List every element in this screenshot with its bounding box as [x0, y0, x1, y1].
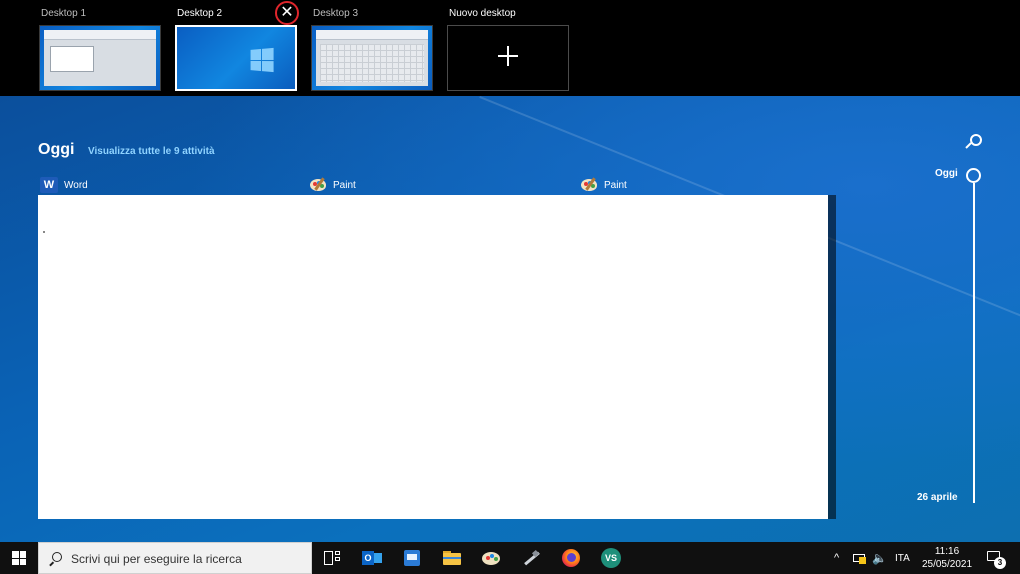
windows-logo-icon [250, 47, 274, 73]
task-view-button[interactable] [322, 548, 342, 568]
network-warning-icon[interactable] [853, 552, 867, 564]
desktop-1-thumbnail[interactable] [39, 25, 161, 91]
taskbar-search-box[interactable]: Scrivi qui per eseguire la ricerca [38, 542, 312, 574]
new-desktop-button[interactable] [447, 25, 569, 91]
timeline-search-button[interactable] [964, 132, 984, 152]
volume-icon[interactable]: 🔈 [872, 551, 887, 565]
windows-logo-icon [12, 551, 26, 565]
search-icon [49, 552, 63, 567]
outlook-icon[interactable]: O [362, 548, 382, 568]
timeline-title: Oggi [38, 141, 75, 158]
pinned-app-icon[interactable] [402, 548, 422, 568]
desktop-3[interactable]: Desktop 3 [311, 0, 433, 96]
taskbar-clock[interactable]: 11:16 25/05/2021 [918, 545, 976, 571]
desktop-1-label: Desktop 1 [41, 8, 87, 19]
file-explorer-icon[interactable] [442, 548, 462, 568]
clock-date: 25/05/2021 [921, 559, 973, 570]
timeline-scrubber-knob[interactable] [966, 168, 981, 183]
search-icon [970, 134, 982, 146]
notification-count: 3 [994, 557, 1006, 569]
desktop-3-label: Desktop 3 [313, 8, 359, 19]
activity-app-paint-2: Paint [580, 176, 627, 194]
activity-app-name: Word [64, 179, 88, 191]
activity-window-card[interactable] [38, 195, 828, 519]
close-desktop-button[interactable]: ✕ [275, 1, 299, 25]
start-button[interactable] [0, 542, 38, 574]
action-center-button[interactable]: 3 [985, 549, 1006, 569]
taskbar: Scrivi qui per eseguire la ricerca O VS … [0, 542, 1020, 574]
activity-app-word: W Word [40, 176, 88, 194]
see-all-activities-link[interactable]: Visualizza tutte le 9 attività [88, 146, 215, 157]
snipping-tool-icon[interactable] [521, 548, 541, 568]
timeline-scrubber-today[interactable]: Oggi [935, 168, 958, 179]
new-desktop[interactable]: Nuovo desktop [447, 0, 569, 96]
activity-app-name: Paint [604, 179, 627, 191]
show-hidden-icons-button[interactable]: ^ [834, 552, 839, 564]
input-language[interactable]: ITA [895, 553, 910, 564]
desktop-1[interactable]: Desktop 1 [39, 0, 161, 96]
desktop-2-thumbnail[interactable] [175, 25, 297, 91]
paint-icon [309, 177, 327, 193]
timeline-scrubber-date[interactable]: 26 aprile [917, 492, 958, 503]
timeline-scrubber-track[interactable] [973, 183, 975, 503]
timeline-area: Oggi Visualizza tutte le 9 attività W Wo… [0, 96, 1020, 542]
clock-time: 11:16 [934, 546, 960, 557]
new-desktop-label: Nuovo desktop [449, 8, 516, 19]
desktop-2-label: Desktop 2 [177, 8, 223, 19]
plus-icon [498, 46, 518, 66]
search-placeholder: Scrivi qui per eseguire la ricerca [71, 552, 242, 566]
activity-app-paint-1: Paint [309, 176, 356, 194]
desktop-3-thumbnail[interactable] [311, 25, 433, 91]
paint-icon[interactable] [481, 548, 501, 568]
word-icon: W [40, 177, 58, 193]
firefox-icon[interactable] [561, 548, 581, 568]
activity-app-name: Paint [333, 179, 356, 191]
virtual-desktops-bar: Desktop 1 Desktop 2 ✕ Desktop 3 Nuovo de… [0, 0, 1020, 96]
paint-icon [580, 177, 598, 193]
vs-app-icon[interactable]: VS [601, 548, 621, 568]
